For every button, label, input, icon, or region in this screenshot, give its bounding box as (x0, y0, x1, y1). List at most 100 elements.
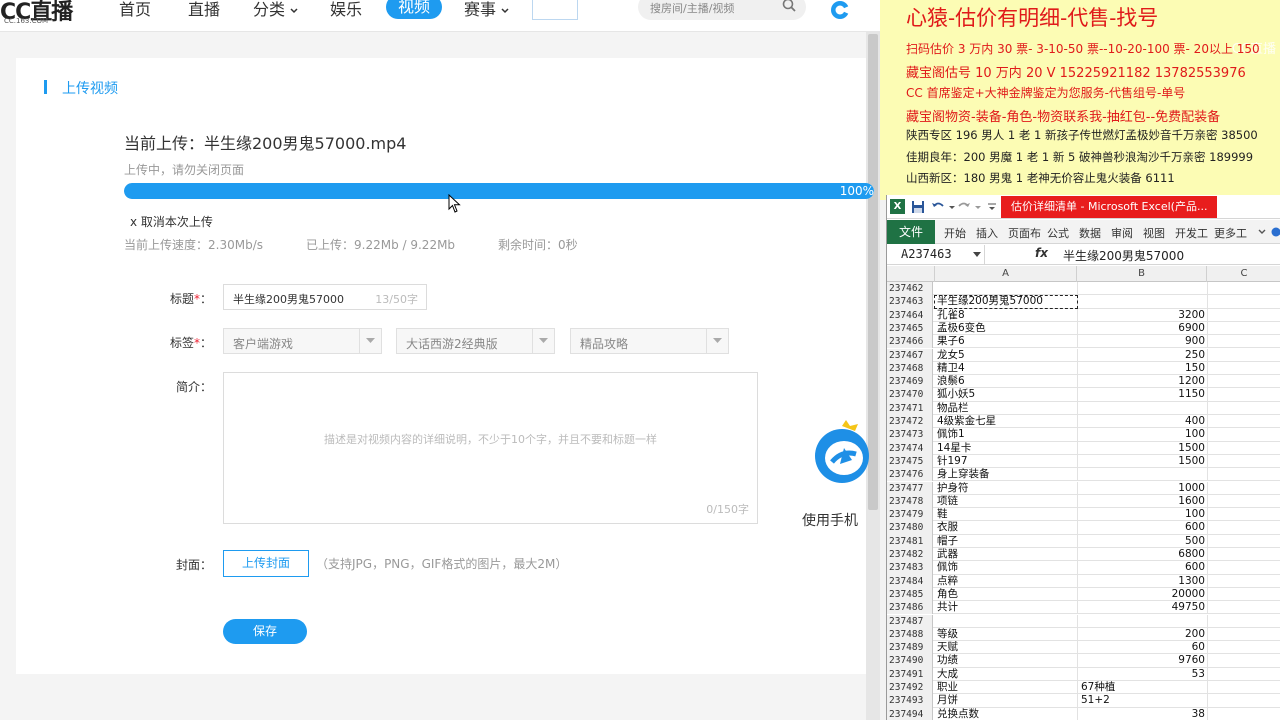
cell-a[interactable]: 针197 (935, 455, 1077, 468)
cell-a[interactable]: 4级紫金七星 (935, 415, 1077, 428)
cell-a[interactable]: 半生缘200男鬼57000 (935, 295, 1077, 308)
cell-b[interactable]: 1600 (1077, 495, 1207, 508)
cell-b[interactable]: 53 (1077, 668, 1207, 681)
ribbon-tab-page-layout[interactable]: 页面布 (1008, 225, 1041, 241)
tag-select-category[interactable]: 客户端游戏 (223, 328, 382, 354)
row-number[interactable]: 237478 (887, 494, 933, 509)
cc-app-icon[interactable] (828, 0, 852, 20)
cell-a[interactable]: 功绩 (935, 654, 1077, 667)
column-header-c[interactable]: C (1207, 266, 1280, 282)
cell-b[interactable]: 20000 (1077, 588, 1207, 601)
row-number[interactable]: 237480 (887, 521, 933, 535)
ribbon-tab-more[interactable]: 更多工 (1214, 225, 1247, 241)
cell-b[interactable]: 3200 (1077, 309, 1207, 322)
nav-item-live[interactable]: 直播 (188, 0, 220, 20)
cell-a[interactable]: 天赋 (935, 641, 1077, 654)
ribbon-tab-formulas[interactable]: 公式 (1047, 225, 1069, 241)
cell-b[interactable]: 200 (1077, 628, 1207, 641)
row-number[interactable]: 237481 (887, 534, 933, 548)
row-number[interactable]: 237494 (887, 707, 933, 720)
row-number[interactable]: 237479 (887, 508, 933, 522)
cell-b[interactable]: 38 (1077, 708, 1207, 720)
cell-b[interactable]: 150 (1077, 362, 1207, 375)
row-number[interactable]: 237467 (887, 348, 933, 362)
save-icon[interactable] (911, 200, 925, 214)
row-number[interactable]: 237477 (887, 481, 933, 495)
excel-app-icon[interactable]: X (890, 199, 905, 214)
column-header-b[interactable]: B (1077, 266, 1207, 282)
row-number[interactable]: 237485 (887, 587, 933, 602)
intro-textarea[interactable]: 描述是对视频内容的详细说明，不少于10个字，并且不要和标题一样 0/150字 (223, 372, 758, 524)
nav-item-entertainment[interactable]: 娱乐 (330, 0, 362, 20)
row-number[interactable]: 237465 (887, 321, 933, 336)
title-input[interactable]: 半生缘200男鬼57000 13/50字 (223, 284, 427, 310)
column-header-a[interactable]: A (935, 266, 1077, 282)
cell-b[interactable]: 400 (1077, 415, 1207, 428)
cell-a[interactable]: 共计 (935, 601, 1077, 614)
nav-dropdown-box[interactable] (532, 0, 578, 20)
cell-b[interactable]: 600 (1077, 521, 1207, 534)
cell-b[interactable]: 1500 (1077, 442, 1207, 455)
help-icon[interactable] (1271, 226, 1280, 238)
row-number[interactable]: 237472 (887, 415, 933, 429)
cell-a[interactable]: 衣服 (935, 521, 1077, 534)
cc-logo[interactable]: CC直播 CC.163.COM (0, 0, 73, 25)
cell-a[interactable]: 狐小妖5 (935, 388, 1077, 401)
name-box[interactable]: A237463 (887, 245, 985, 264)
cell-a[interactable]: 孔雀8 (935, 309, 1077, 322)
row-number[interactable]: 237491 (887, 667, 933, 681)
row-number[interactable]: 237466 (887, 335, 933, 349)
redo-icon[interactable] (957, 200, 971, 214)
cell-b[interactable]: 1500 (1077, 455, 1207, 468)
cell-b[interactable]: 900 (1077, 335, 1207, 348)
row-number[interactable]: 237492 (887, 681, 933, 695)
cell-a[interactable]: 浪鬃6 (935, 375, 1077, 388)
cell-a[interactable]: 职业 (935, 681, 1077, 694)
ribbon-tab-review[interactable]: 审阅 (1111, 225, 1133, 241)
row-number[interactable]: 237493 (887, 694, 933, 708)
undo-icon[interactable] (931, 200, 945, 214)
select-all-corner[interactable] (887, 266, 935, 282)
ribbon-tab-developer[interactable]: 开发工 (1175, 225, 1208, 241)
chevron-down-icon[interactable] (1257, 227, 1267, 237)
cell-b[interactable]: 1200 (1077, 375, 1207, 388)
cc-mascot-icon[interactable] (806, 420, 870, 492)
insert-function-button[interactable]: fx (1035, 246, 1048, 260)
cell-a[interactable]: 角色 (935, 588, 1077, 601)
row-number[interactable]: 237486 (887, 601, 933, 615)
cell-b[interactable]: 9760 (1077, 654, 1207, 667)
row-number[interactable]: 237483 (887, 561, 933, 575)
nav-item-home[interactable]: 首页 (119, 0, 151, 20)
search-input[interactable]: 搜房间/主播/视频 (638, 0, 806, 20)
cell-b[interactable]: 6900 (1077, 322, 1207, 335)
chevron-down-icon[interactable] (971, 200, 985, 214)
cell-a[interactable]: 护身符 (935, 482, 1077, 495)
row-number[interactable]: 237468 (887, 361, 933, 376)
cell-b[interactable]: 100 (1077, 508, 1207, 521)
tag-select-toggle[interactable] (532, 329, 554, 353)
cell-b[interactable]: 51+2 (1077, 694, 1207, 707)
ribbon-tab-file[interactable]: 文件 (887, 220, 935, 244)
row-number[interactable]: 237490 (887, 654, 933, 668)
row-number[interactable]: 237474 (887, 441, 933, 455)
cell-b[interactable]: 250 (1077, 349, 1207, 362)
cell-a[interactable]: 身上穿装备 (935, 468, 1077, 481)
ribbon-tab-insert[interactable]: 插入 (976, 225, 998, 241)
row-number[interactable]: 237488 (887, 627, 933, 642)
cancel-upload-link[interactable]: x 取消本次上传 (130, 213, 213, 230)
save-button[interactable]: 保存 (223, 619, 307, 644)
cell-a[interactable]: 鞋 (935, 508, 1077, 521)
upload-cover-button[interactable]: 上传封面 (223, 550, 309, 577)
row-number[interactable]: 237484 (887, 574, 933, 588)
cell-a[interactable]: 帽子 (935, 535, 1077, 548)
row-number[interactable]: 237469 (887, 375, 933, 389)
row-number[interactable]: 237487 (887, 614, 933, 628)
cell-a[interactable]: 佩饰 (935, 561, 1077, 574)
cell-b[interactable]: 600 (1077, 561, 1207, 574)
ribbon-tab-view[interactable]: 视图 (1143, 225, 1165, 241)
row-number[interactable]: 237463 (887, 295, 933, 309)
cell-a[interactable]: 精卫4 (935, 362, 1077, 375)
tag-select-type[interactable]: 精品攻略 (570, 328, 729, 354)
cell-b[interactable]: 49750 (1077, 601, 1207, 614)
cell-b[interactable]: 500 (1077, 535, 1207, 548)
